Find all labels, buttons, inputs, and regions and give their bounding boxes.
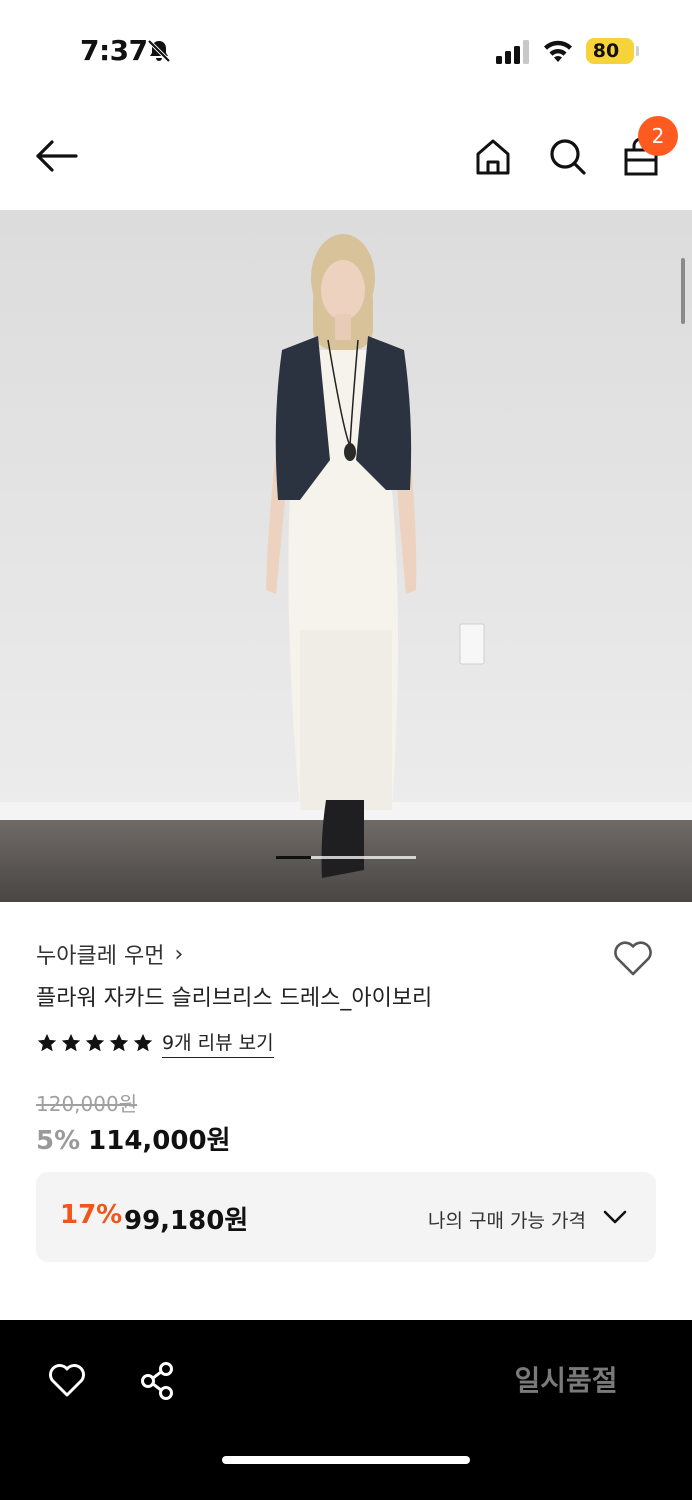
battery-cap — [636, 46, 639, 56]
original-price: 120,000원 — [36, 1092, 138, 1116]
my-discount-rate: 17% — [60, 1200, 123, 1230]
back-arrow-icon[interactable] — [30, 134, 82, 178]
star-icon — [37, 1033, 57, 1052]
heart-icon[interactable] — [46, 1360, 88, 1400]
bell-off-icon — [147, 39, 171, 63]
home-icon[interactable] — [470, 134, 516, 180]
review-link[interactable]: 9개 리뷰 보기 — [162, 1028, 274, 1058]
carousel-progress-bar — [276, 856, 311, 859]
my-price-label: 나의 구매 가능 가격 — [428, 1210, 586, 1232]
product-photo — [0, 210, 692, 902]
star-icon — [61, 1033, 81, 1052]
rating-stars — [36, 1032, 154, 1054]
sale-price: 114,000원 — [88, 1126, 231, 1156]
discount-rate: 5% — [36, 1126, 81, 1156]
app-header — [0, 100, 692, 210]
product-image-carousel[interactable] — [0, 210, 692, 902]
brand-name: 누아클레 우먼 — [36, 944, 165, 969]
soldout-button[interactable]: 일시품절 — [480, 1350, 652, 1412]
star-icon — [85, 1033, 105, 1052]
heart-icon[interactable] — [610, 936, 656, 980]
battery-icon: 80 — [586, 38, 634, 64]
product-title: 플라워 자카드 슬리브리스 드레스_아이보리 — [36, 986, 433, 1011]
home-indicator — [222, 1456, 470, 1464]
wifi-icon — [544, 40, 572, 62]
battery-level: 80 — [592, 40, 620, 62]
signal-icon — [496, 40, 529, 64]
my-price-dropdown[interactable]: 17% 99,180원 나의 구매 가능 가격 — [36, 1172, 656, 1262]
brand-link[interactable]: 누아클레 우먼 › — [36, 938, 183, 970]
star-icon — [109, 1033, 129, 1052]
status-time: 7:37 — [80, 34, 148, 67]
carousel-indicator — [276, 856, 416, 859]
my-price: 99,180원 — [124, 1206, 249, 1236]
cart-count-badge: 2 — [638, 116, 678, 156]
search-icon[interactable] — [544, 134, 590, 180]
bottom-action-bar: 일시품절 — [0, 1320, 692, 1500]
star-icon — [133, 1033, 153, 1052]
chevron-down-icon — [603, 1210, 627, 1224]
share-icon[interactable] — [136, 1360, 178, 1402]
status-bar: 7:37 80 — [0, 0, 692, 100]
scrollbar[interactable] — [681, 258, 685, 324]
rating-row: 9개 리뷰 보기 — [36, 1028, 274, 1058]
chevron-right-icon: › — [174, 941, 184, 967]
price-row: 5% 114,000원 — [36, 1120, 231, 1157]
